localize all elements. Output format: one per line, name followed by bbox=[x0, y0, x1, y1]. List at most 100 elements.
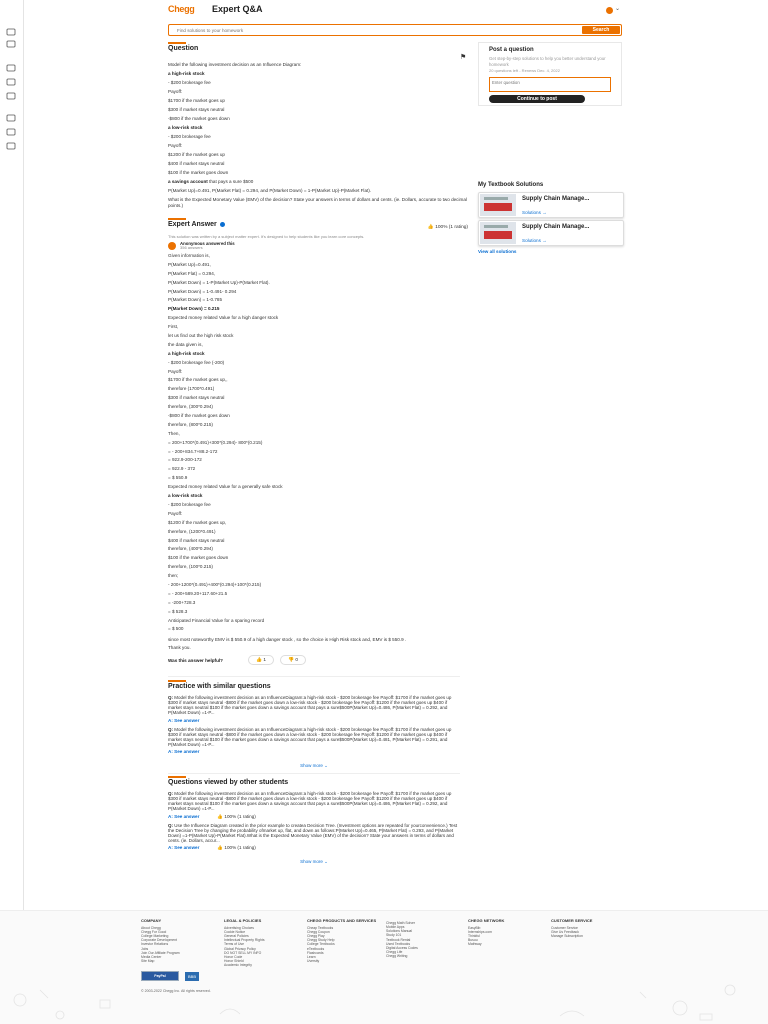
accent-bar bbox=[168, 776, 186, 778]
related-rating: 👍 100% (1 rating) bbox=[217, 845, 256, 851]
verified-icon bbox=[219, 222, 225, 228]
related-rating-text: 100% (1 rating) bbox=[224, 813, 256, 819]
question-line: -$800 if the market goes down bbox=[168, 116, 230, 121]
question-body: Model the following investment decision … bbox=[168, 62, 468, 211]
answer-line: P(Market Flat) = 0.294, bbox=[168, 270, 216, 276]
book-icon[interactable] bbox=[6, 64, 16, 72]
answer-body: Given information is, P(Market Up)=0.491,… bbox=[168, 253, 468, 635]
answer-line: Anticipated Financial Value for a sparin… bbox=[168, 617, 265, 623]
show-more-button[interactable]: Show more ⌄ bbox=[168, 763, 460, 768]
bulb-icon[interactable] bbox=[6, 128, 16, 136]
accent-bar bbox=[168, 680, 186, 682]
page-title: Expert Q&A bbox=[212, 4, 263, 14]
answer-line: a high-risk stock bbox=[168, 350, 205, 356]
answer-line: P(Market Up)=0.491, bbox=[168, 261, 211, 267]
answer-line: $100 if the market goes down bbox=[168, 555, 229, 561]
calculator-icon[interactable] bbox=[6, 142, 16, 150]
profile-menu[interactable]: ⌄ bbox=[606, 6, 624, 15]
answer-line: P(Market Down) = 1-P(Market Up)-P(Market… bbox=[168, 279, 270, 285]
solutions-link[interactable]: Solutions → bbox=[522, 238, 547, 244]
search-button[interactable]: Search bbox=[582, 26, 620, 34]
book-cover bbox=[480, 222, 516, 244]
chevron-down-icon: ⌄ bbox=[615, 6, 621, 12]
post-question-title: Post a question bbox=[489, 47, 534, 53]
savings-label: a savings account bbox=[168, 179, 208, 184]
question-line: - $200 brokerage fee bbox=[168, 134, 211, 139]
divider bbox=[168, 676, 460, 677]
search-input[interactable] bbox=[177, 27, 537, 34]
answer-line: therefore, (400*0.294) bbox=[168, 546, 213, 552]
answer-line: - 200+1200*(0.491)+400*(0.294)+100*(0.21… bbox=[168, 581, 262, 587]
view-all-solutions-link[interactable]: View all solutions bbox=[478, 249, 516, 255]
answer-line: $1200 if the market goes up, bbox=[168, 519, 227, 525]
see-answer-link[interactable]: A: See answer bbox=[168, 718, 199, 723]
answer-line: Given information is, bbox=[168, 253, 210, 258]
answer-line: = $ 500 bbox=[168, 626, 184, 632]
question-line: - $200 brokerage fee bbox=[168, 80, 211, 85]
related-question-text: Model the following investment decision … bbox=[168, 695, 452, 716]
book-cover bbox=[480, 194, 516, 216]
answer-line: therefore, (300*0.294) bbox=[168, 404, 213, 410]
answer-line: = 922.9 - 372 bbox=[168, 466, 196, 472]
show-more-button[interactable]: Show more ⌄ bbox=[168, 859, 460, 864]
related-question[interactable]: Q: Model the following investment decisi… bbox=[168, 695, 460, 723]
practice-heading: Practice with similar questions bbox=[168, 683, 271, 690]
post-question-card: Post a question Get step-by-step solutio… bbox=[478, 42, 622, 106]
home-icon[interactable] bbox=[6, 28, 16, 36]
solutions-link[interactable]: Solutions → bbox=[522, 210, 547, 216]
thumbs-down-count: 0 bbox=[295, 658, 298, 664]
related-question[interactable]: Q: Model the following investment decisi… bbox=[168, 727, 460, 755]
question-line: $1200 if the market goes up bbox=[168, 152, 225, 157]
answer-line: let us find out the high risk stock bbox=[168, 333, 234, 339]
answer-conclusion: since most noteworthy EMV is $ 550.9 of … bbox=[168, 637, 407, 643]
footer-doodles bbox=[13, 984, 736, 1021]
answer-line: = - 200+834.7+88.2-172 bbox=[168, 448, 218, 454]
related-question[interactable]: Q: Model the following investment decisi… bbox=[168, 791, 460, 819]
grid-icon[interactable] bbox=[6, 40, 16, 48]
related-question[interactable]: Q: Use the Influence Diagram created in … bbox=[168, 823, 460, 851]
expert-answer: Expert Answer 👍 100% (1 rating) This sol… bbox=[168, 218, 468, 668]
question-ask: What is the Expected Monetary Value (EMV… bbox=[168, 197, 467, 208]
answer-line: a low-risk stock bbox=[168, 493, 203, 499]
textbook-card[interactable]: Supply Chain Manage... Solutions → bbox=[478, 192, 624, 218]
question-header: Question bbox=[168, 42, 468, 53]
question-line: a high-risk stock bbox=[168, 71, 205, 76]
thumbs-down-button[interactable]: 👎 0 bbox=[280, 655, 306, 666]
footer-heading: CHEGG NETWORK bbox=[468, 918, 505, 923]
question-probabilities: P(Market Up)=0.491, P(Market Flat) = 0.2… bbox=[168, 188, 372, 193]
top-bar: Chegg Expert Q&A ⌄ bbox=[168, 4, 624, 18]
related-rating-text: 100% (1 rating) bbox=[224, 845, 256, 851]
chegg-logo[interactable]: Chegg bbox=[168, 4, 195, 15]
answer-line: -$800 if the market goes down bbox=[168, 413, 230, 419]
answer-author: Anonymous answered this 356 answers bbox=[168, 241, 468, 253]
answer-line: = 922.9-200-172 bbox=[168, 457, 202, 463]
thumbs-up-button[interactable]: 👍 1 bbox=[248, 655, 274, 666]
answer-line: Expected money related Value for a high … bbox=[168, 315, 279, 321]
card-icon[interactable] bbox=[6, 114, 16, 122]
viewed-list: Q: Model the following investment decisi… bbox=[168, 791, 460, 850]
flashcard-icon[interactable] bbox=[6, 92, 16, 100]
continue-to-post-button[interactable]: Continue to post bbox=[489, 94, 585, 103]
answer-line: the data given is, bbox=[168, 341, 203, 347]
practice-list: Q: Model the following investment decisi… bbox=[168, 695, 460, 754]
answer-line: = -200+728.3 bbox=[168, 599, 196, 605]
layers-icon[interactable] bbox=[6, 78, 16, 86]
answer-line: therefore (1700*0.491) bbox=[168, 386, 215, 392]
question-line: $400 if market stays neutral bbox=[168, 161, 225, 166]
textbook-card[interactable]: Supply Chain Manage... Solutions → bbox=[478, 220, 624, 246]
search-bar: Search bbox=[168, 24, 622, 36]
related-rating: 👍 100% (1 rating) bbox=[217, 813, 256, 819]
helpful-label: Was this answer helpful? bbox=[168, 658, 223, 664]
answer-line: = - 200+589.20+117.60+21.5 bbox=[168, 590, 228, 596]
answer-line: therefore, (1200*0.491) bbox=[168, 528, 216, 534]
question-input[interactable] bbox=[489, 76, 611, 92]
see-answer-link[interactable]: A: See answer bbox=[168, 845, 199, 850]
see-answer-link[interactable]: A: See answer bbox=[168, 749, 199, 754]
see-answer-link[interactable]: A: See answer bbox=[168, 814, 199, 819]
answer-line: P(Market Down) = 1-0.785 bbox=[168, 297, 222, 303]
left-nav-rail bbox=[0, 0, 24, 912]
answer-line: Expected money related Value for a gener… bbox=[168, 484, 283, 490]
savings-text: that pays a sure $500 bbox=[207, 179, 254, 184]
answer-header: Expert Answer 👍 100% (1 rating) bbox=[168, 221, 468, 235]
textbook-title: Supply Chain Manage... bbox=[522, 224, 590, 230]
